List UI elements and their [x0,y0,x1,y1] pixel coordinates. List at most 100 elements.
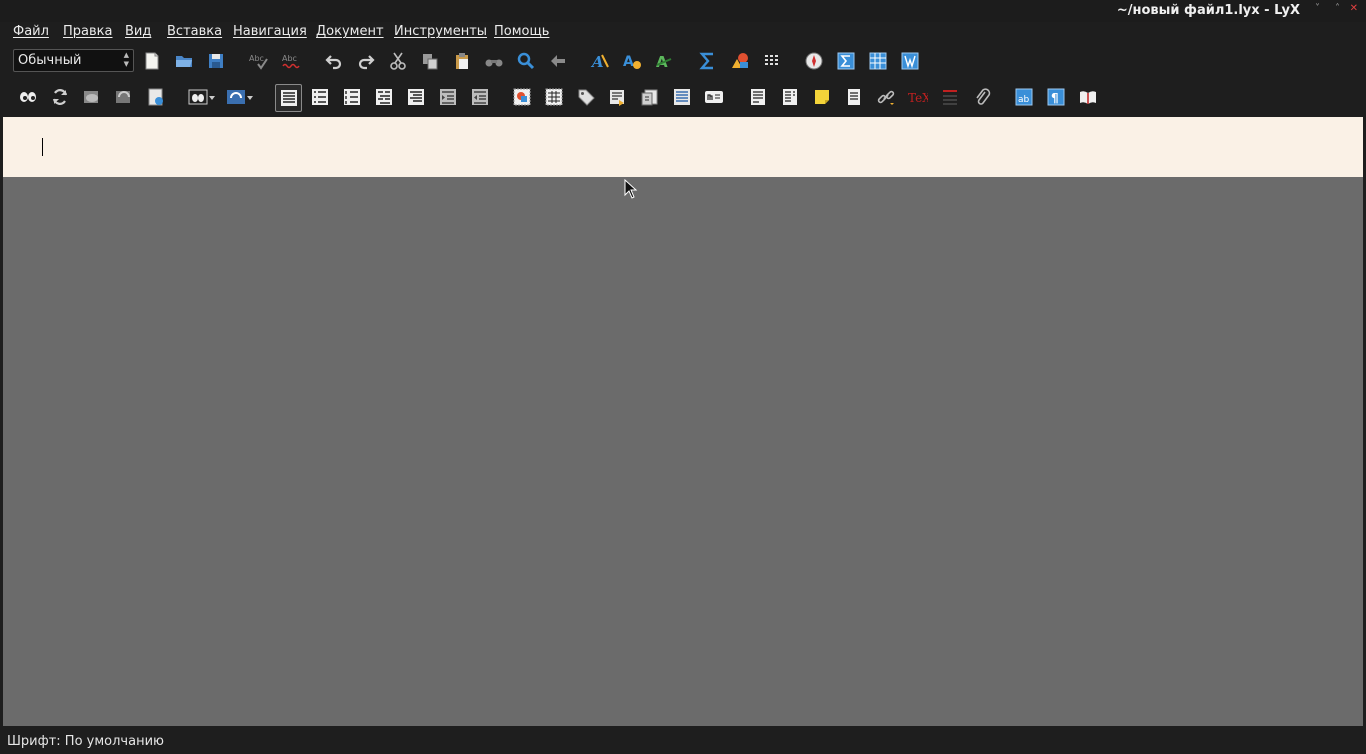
indent-increase-icon [440,89,456,105]
update-other-dropdown[interactable] [224,85,256,109]
insert-tex-code-button[interactable]: TeX [906,85,930,109]
emphasis-button[interactable]: A [652,49,676,73]
find-replace-button[interactable] [482,49,506,73]
navigator-button[interactable] [802,49,826,73]
menu-edit[interactable]: Правка [63,24,112,39]
insert-url-button[interactable] [874,85,898,109]
citation-icon [641,89,658,106]
margin-note-icon [783,89,797,105]
document-workspace[interactable] [3,117,1363,726]
new-document-button[interactable] [140,49,164,73]
update-button[interactable] [48,85,72,109]
undo-button[interactable] [322,49,346,73]
insert-cross-reference-button[interactable] [606,85,630,109]
nomenclature-icon [705,91,723,103]
increase-depth-button[interactable] [436,85,460,109]
menu-view[interactable]: Вид [125,24,151,39]
update-dropdown-icon [227,90,253,104]
insert-label-button[interactable] [574,85,598,109]
table-float-icon [545,88,563,106]
emphasis-icon: A [656,53,672,71]
spellcheck-icon: Abc [249,54,268,70]
cut-button[interactable] [386,49,410,73]
insert-margin-note-button[interactable] [778,85,802,109]
thesaurus-button[interactable] [1076,85,1100,109]
autocorrect-button[interactable]: Abc [279,49,303,73]
math-panel-icon [837,52,855,70]
insert-figure-float-button[interactable] [510,85,534,109]
label-tag-icon [578,89,595,106]
spellcheck-panel-button[interactable]: ab [1012,85,1036,109]
arrow-left-icon [551,55,565,67]
insert-attachment-button[interactable] [970,85,994,109]
insert-table-button[interactable] [760,49,784,73]
insert-nomenclature-button[interactable] [702,85,726,109]
decrease-depth-button[interactable] [468,85,492,109]
insert-box-button[interactable] [842,85,866,109]
insert-index-button[interactable] [670,85,694,109]
text-style-button[interactable]: A [588,49,612,73]
menu-tools[interactable]: Инструменты [394,24,487,39]
math-button[interactable] [696,49,720,73]
review-panel-icon [901,52,919,70]
status-bar: Шрифт: По умолчанию [0,727,1366,754]
menu-file[interactable]: Файл [13,24,49,39]
index-icon [674,89,690,105]
insert-footnote-button[interactable] [746,85,770,109]
close-icon[interactable]: ✕ [1350,3,1358,14]
insert-table-float-button[interactable] [542,85,566,109]
copy-button[interactable] [418,49,442,73]
find-button[interactable] [514,49,538,73]
view-other-dropdown[interactable] [186,85,218,109]
redo-icon [358,55,375,70]
paragraph-settings-button[interactable]: ¶ [1044,85,1068,109]
review-panel-button[interactable] [898,49,922,73]
open-book-icon [1080,91,1096,104]
list-button[interactable] [404,85,428,109]
sticky-note-icon [815,90,829,104]
font-settings-button[interactable]: A [620,49,644,73]
description-button[interactable] [372,85,396,109]
spellcheck-panel-icon: ab [1015,88,1033,106]
itemize-icon [312,89,328,105]
math-panel-button[interactable] [834,49,858,73]
insert-graphics-button[interactable] [728,49,752,73]
update-master-icon [116,91,130,103]
insert-note-button[interactable] [810,85,834,109]
font-icon: A [623,54,641,70]
view-source-button[interactable] [144,85,168,109]
maximize-icon[interactable]: ˄ [1335,3,1340,14]
save-button[interactable] [204,49,228,73]
align-standard-button[interactable] [275,84,302,112]
cross-reference-icon [610,90,624,106]
spellcheck-button[interactable]: Abc [246,49,270,73]
window-title: ~/новый файл1.lyx - LyX [1116,3,1300,18]
menu-navigate[interactable]: Навигация [233,24,307,39]
view-master-icon [84,91,98,103]
text-caret [42,138,43,156]
redo-button[interactable] [354,49,378,73]
open-button[interactable] [172,49,196,73]
insert-glossary-button[interactable] [938,85,962,109]
itemize-button[interactable] [308,85,332,109]
table-panel-button[interactable] [866,49,890,73]
view-button[interactable] [16,85,40,109]
paragraph-style-select[interactable]: Обычный ▲ ▼ [13,49,134,72]
title-bar: ~/новый файл1.lyx - LyX ˅ ˄ ✕ [0,0,1366,22]
minimize-icon[interactable]: ˅ [1315,3,1320,14]
figure-float-icon [513,88,531,106]
back-button[interactable] [546,49,570,73]
view-master-button[interactable] [80,85,104,109]
paperclip-icon [976,88,991,105]
status-text: Шрифт: По умолчанию [7,734,164,749]
footnote-icon [751,89,765,105]
menu-document[interactable]: Документ [316,24,384,39]
update-master-button[interactable] [112,85,136,109]
enumerate-button[interactable] [340,85,364,109]
menu-help[interactable]: Помощь [494,24,549,39]
paste-button[interactable] [450,49,474,73]
autocorrect-icon: Abc [282,54,300,69]
menu-insert[interactable]: Вставка [167,24,222,39]
document-paragraph[interactable] [3,117,1363,177]
insert-citation-button[interactable] [638,85,662,109]
